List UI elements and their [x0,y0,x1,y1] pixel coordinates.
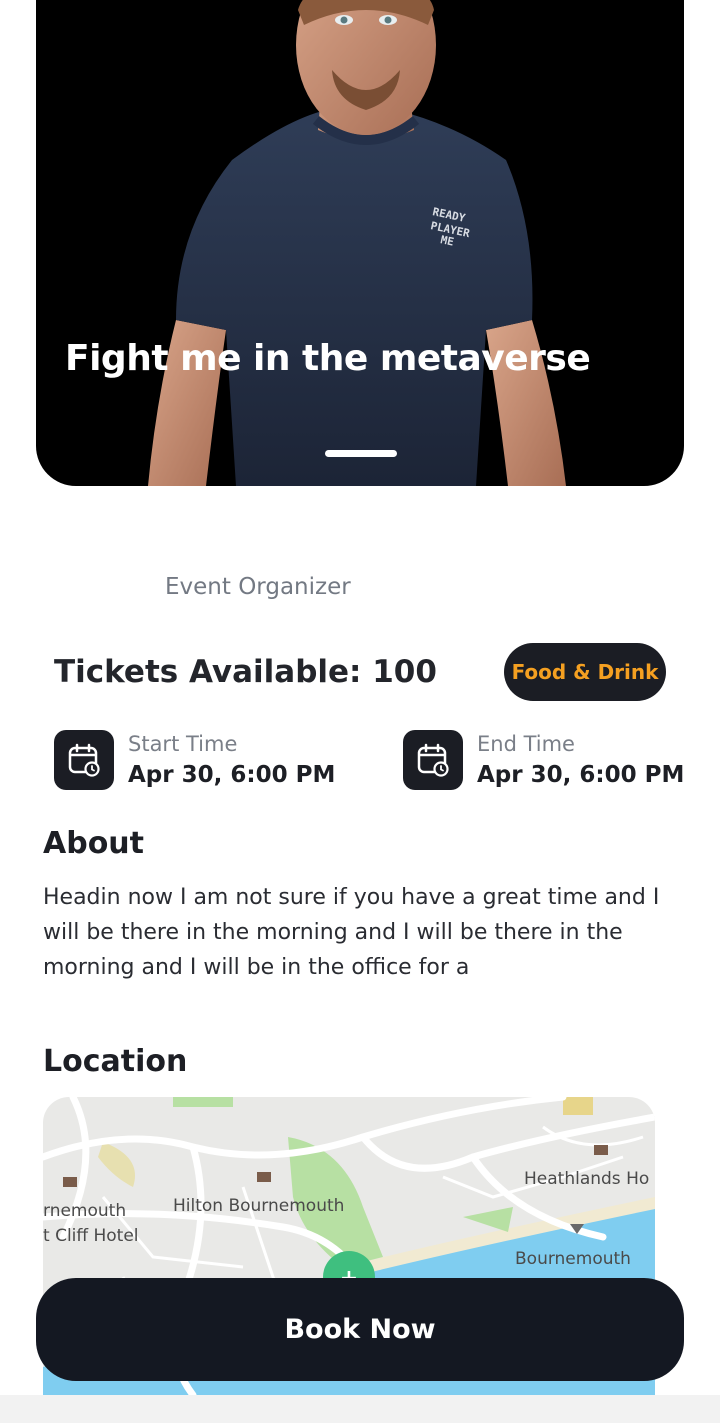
map-label-bournemouth: Bournemouth [515,1249,631,1269]
map-label-rnemouth: rnemouth [43,1201,127,1221]
carousel-indicator[interactable] [325,450,397,457]
event-hero-image: READY PLAYER ME Fight me in the metavers… [36,0,684,486]
calendar-clock-icon [403,730,463,790]
end-time-label: End Time [477,732,575,756]
end-time-value: Apr 30, 6:00 PM [477,762,685,788]
start-time-value: Apr 30, 6:00 PM [128,762,336,788]
category-badge[interactable]: Food & Drink [504,643,666,701]
map-label-cliff-hotel: t Cliff Hotel [43,1226,139,1246]
map-label-heathlands: Heathlands Ho [524,1169,650,1189]
about-text: Headin now I am not sure if you have a g… [43,885,660,980]
svg-text:ME: ME [439,233,455,248]
book-now-button[interactable]: Book Now [36,1278,684,1381]
event-organizer-label[interactable]: Event Organizer [165,574,351,600]
avatar-illustration: READY PLAYER ME [148,0,566,486]
about-heading: About [43,826,145,861]
location-heading: Location [43,1044,188,1079]
start-time-label: Start Time [128,732,238,756]
calendar-clock-icon [54,730,114,790]
system-navigation-bar [0,1395,720,1423]
map-label-hilton: Hilton Bournemouth [173,1196,345,1216]
tickets-available: Tickets Available: 100 [54,654,437,690]
event-title: Fight me in the metaverse [65,338,591,379]
